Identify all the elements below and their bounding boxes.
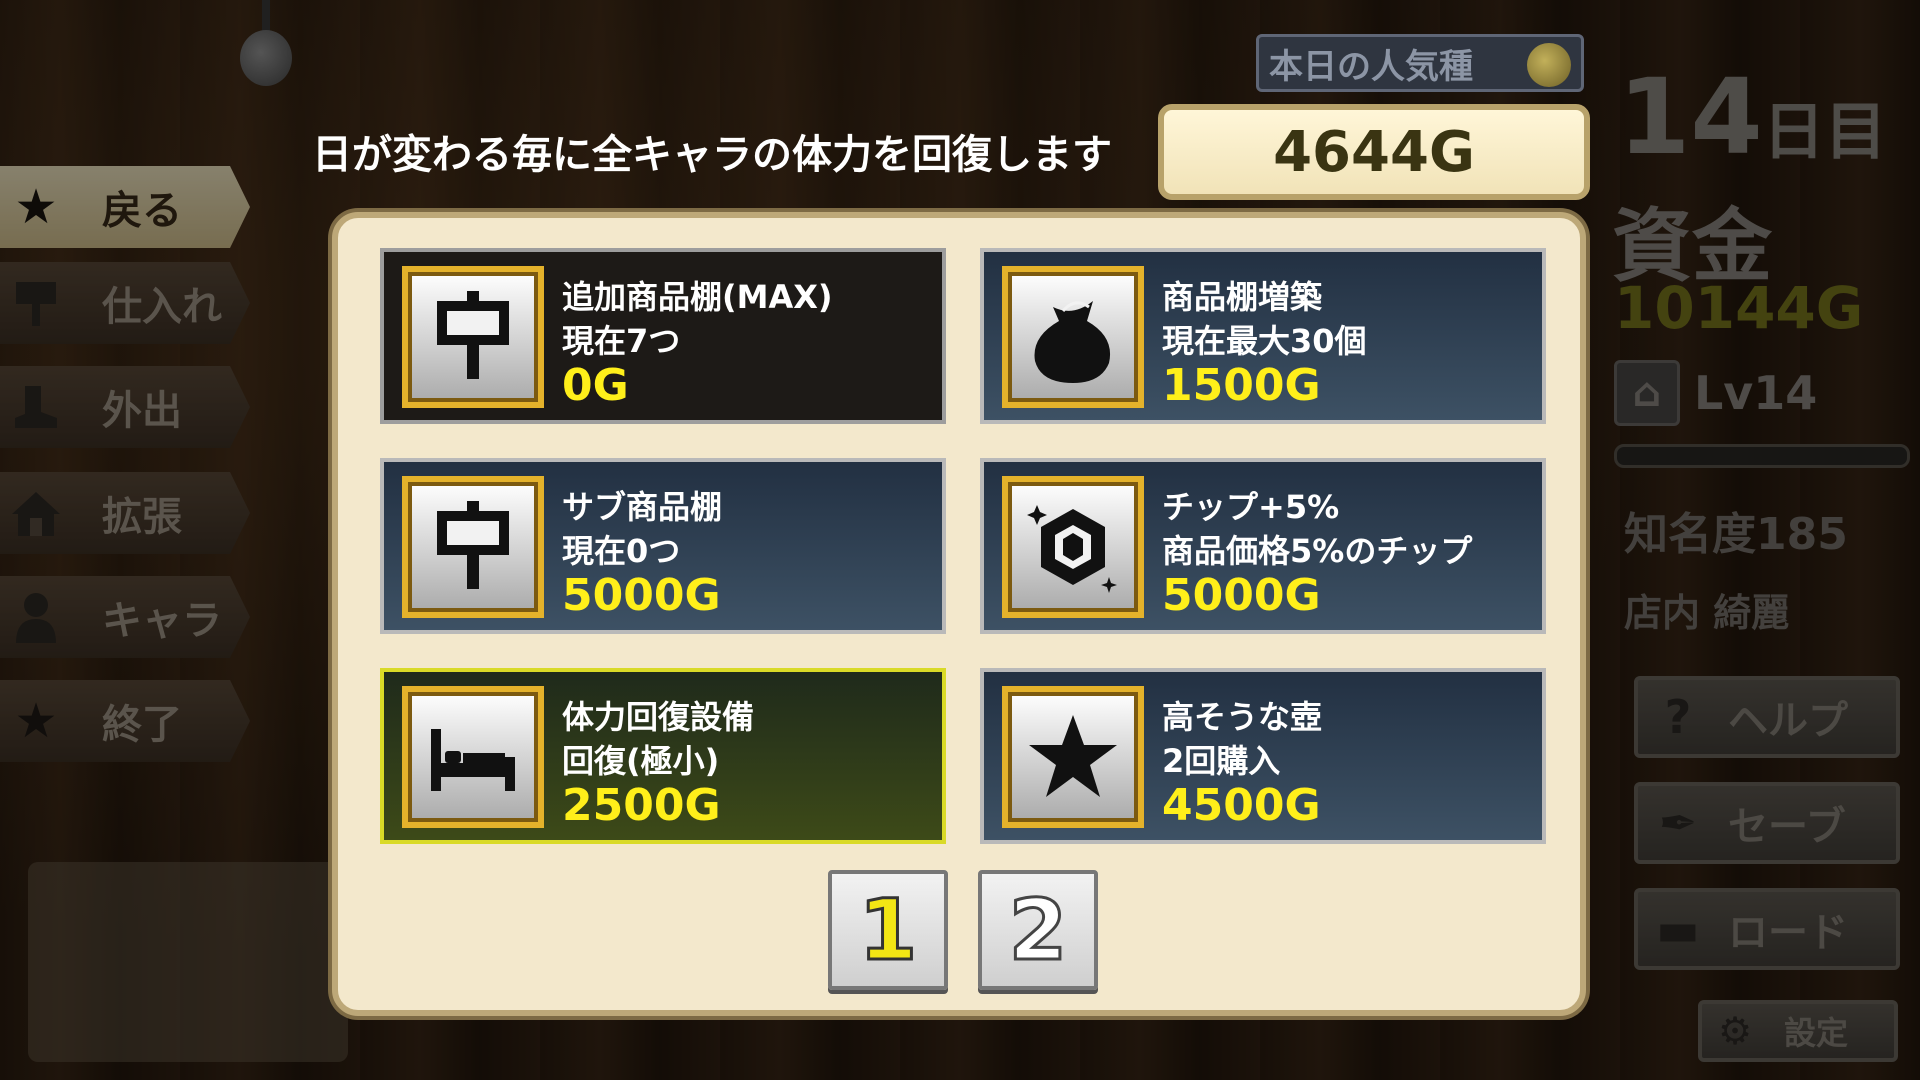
gem-icon <box>1002 476 1144 618</box>
item-price: 2500G <box>562 780 721 831</box>
star-icon <box>1002 686 1144 828</box>
item-price: 5000G <box>1162 570 1321 621</box>
upgrade-item-vase[interactable]: 高そうな壺 2回購入 4500G <box>980 668 1546 844</box>
page-2-button[interactable]: 2 <box>978 870 1098 990</box>
item-name: チップ+5% <box>1162 488 1340 526</box>
upgrade-item-recovery[interactable]: 体力回復設備 回復(極小) 2500G <box>380 668 946 844</box>
bag-icon <box>1002 266 1144 408</box>
money-display: 4644G <box>1158 104 1590 200</box>
signboard-icon <box>402 266 544 408</box>
upgrade-panel: 追加商品棚(MAX) 現在7つ 0G 商品棚増築 現在最大30個 1500G サ… <box>332 212 1586 1016</box>
item-price: 0G <box>562 360 629 411</box>
upgrade-item-extra-shelf[interactable]: 追加商品棚(MAX) 現在7つ 0G <box>380 248 946 424</box>
item-price: 5000G <box>562 570 721 621</box>
item-detail: 現在0つ <box>562 532 681 570</box>
item-name: 商品棚増築 <box>1162 278 1323 316</box>
item-name: 追加商品棚(MAX) <box>562 278 833 316</box>
item-detail: 現在7つ <box>562 322 681 360</box>
upgrade-item-tip[interactable]: チップ+5% 商品価格5%のチップ 5000G <box>980 458 1546 634</box>
item-detail: 現在最大30個 <box>1162 322 1367 360</box>
item-name: 体力回復設備 <box>562 698 755 736</box>
popular-type-indicator: 本日の人気種 <box>1256 34 1584 92</box>
bed-icon <box>402 686 544 828</box>
item-name: サブ商品棚 <box>562 488 723 526</box>
page-1-button[interactable]: 1 <box>828 870 948 990</box>
coin-icon <box>1527 43 1571 87</box>
upgrade-item-shelf-expansion[interactable]: 商品棚増築 現在最大30個 1500G <box>980 248 1546 424</box>
item-detail: 回復(極小) <box>562 742 720 780</box>
item-detail: 2回購入 <box>1162 742 1281 780</box>
item-detail: 商品価格5%のチップ <box>1162 532 1473 570</box>
upgrade-description: 日が変わる毎に全キャラの体力を回復します <box>312 132 1112 178</box>
item-price: 1500G <box>1162 360 1321 411</box>
item-price: 4500G <box>1162 780 1321 831</box>
upgrade-item-sub-shelf[interactable]: サブ商品棚 現在0つ 5000G <box>380 458 946 634</box>
item-name: 高そうな壺 <box>1162 698 1323 736</box>
signboard-icon <box>402 476 544 618</box>
